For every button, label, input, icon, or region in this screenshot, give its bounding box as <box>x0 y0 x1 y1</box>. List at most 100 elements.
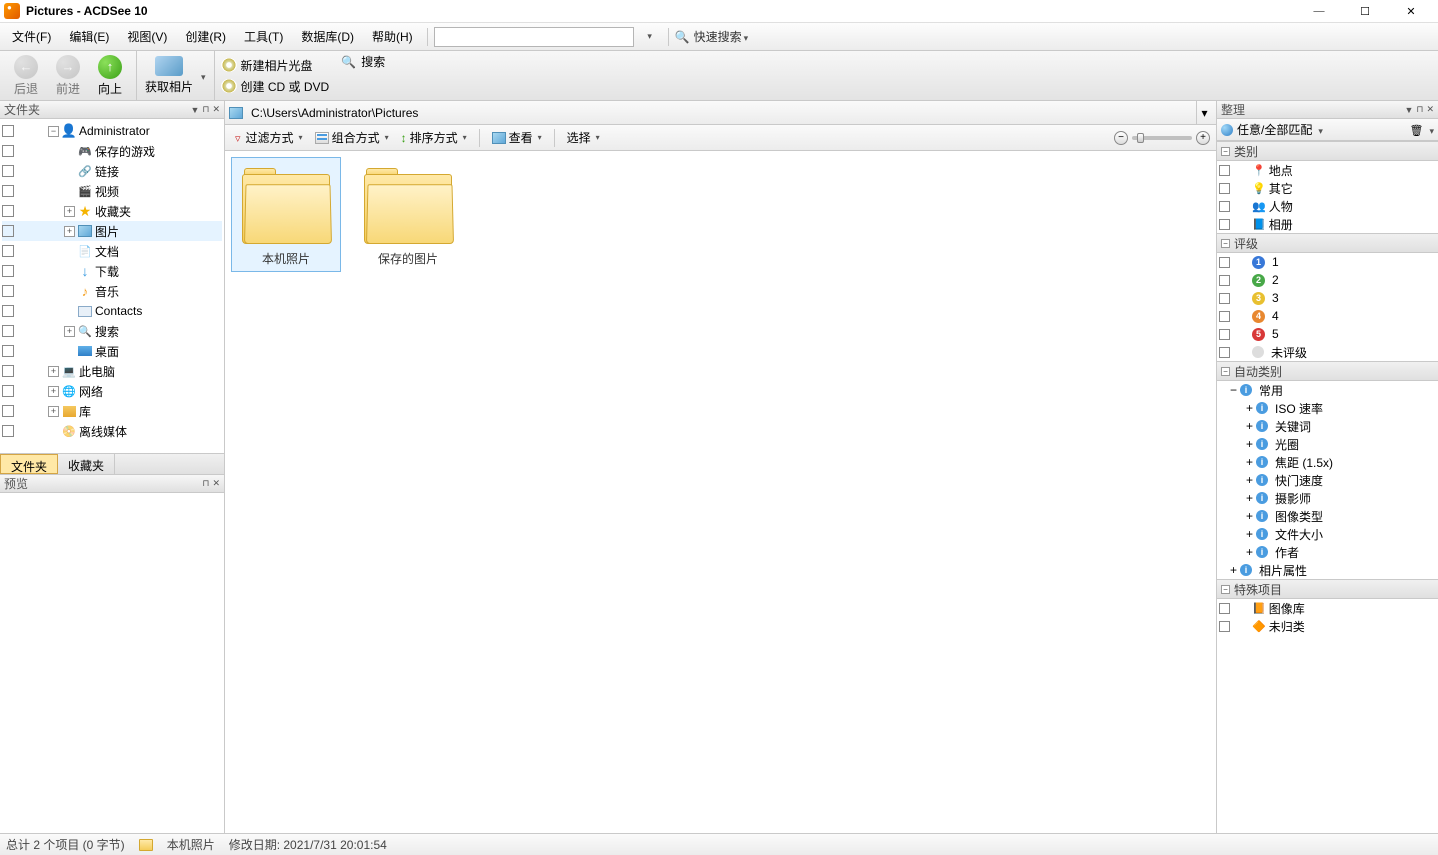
menu-view[interactable]: 视图(V) <box>119 24 175 49</box>
checkbox[interactable] <box>2 225 14 237</box>
tree-item-contacts[interactable]: Contacts <box>2 301 222 321</box>
checkbox[interactable] <box>2 365 14 377</box>
checkbox[interactable] <box>2 145 14 157</box>
expand-icon[interactable]: + <box>1246 473 1253 487</box>
menu-file[interactable]: 文件(F) <box>4 24 59 49</box>
auto-image-type[interactable]: +图像类型 <box>1217 507 1438 525</box>
thumbnail-area[interactable]: 本机照片 保存的图片 <box>225 151 1216 833</box>
pane-dropdown-icon[interactable]: ▼ <box>1405 105 1414 115</box>
rating-5[interactable]: 55 <box>1217 325 1438 343</box>
rating-2[interactable]: 22 <box>1217 271 1438 289</box>
checkbox[interactable] <box>1219 275 1230 286</box>
expand-icon[interactable]: + <box>1246 545 1253 559</box>
tree-item-music[interactable]: 音乐 <box>2 281 222 301</box>
checkbox[interactable] <box>2 125 14 137</box>
quick-search-button[interactable]: 快速搜索 <box>675 28 749 45</box>
pane-pin-icon[interactable]: ⊓ <box>1416 104 1423 115</box>
tree-item-desktop[interactable]: 桌面 <box>2 341 222 361</box>
menu-help[interactable]: 帮助(H) <box>364 24 421 49</box>
tree-item-saved-games[interactable]: 保存的游戏 <box>2 141 222 161</box>
auto-keywords[interactable]: +关键词 <box>1217 417 1438 435</box>
get-photos-button[interactable]: 获取相片 <box>145 56 193 95</box>
expand-icon[interactable]: + <box>64 206 75 217</box>
tree-item-search[interactable]: +搜索 <box>2 321 222 341</box>
back-button[interactable]: ← 后退 <box>8 55 44 97</box>
group-button[interactable]: 组合方式▾ <box>311 127 393 148</box>
view-button[interactable]: 查看▾ <box>488 127 546 148</box>
path-dropdown[interactable]: ▾ <box>1196 101 1212 124</box>
expand-icon[interactable]: + <box>64 326 75 337</box>
section-ratings[interactable]: −评级 <box>1217 233 1438 253</box>
maximize-button[interactable]: ☐ <box>1342 0 1388 23</box>
checkbox[interactable] <box>1219 293 1230 304</box>
expand-icon[interactable]: + <box>1246 419 1253 433</box>
expand-icon[interactable]: + <box>1246 455 1253 469</box>
checkbox[interactable] <box>1219 183 1230 194</box>
pane-close-icon[interactable]: ✕ <box>212 478 220 489</box>
chevron-down-icon[interactable] <box>1427 123 1434 137</box>
menu-database[interactable]: 数据库(D) <box>293 24 362 49</box>
current-path[interactable]: C:\Users\Administrator\Pictures <box>247 104 1192 122</box>
tab-favorites[interactable]: 收藏夹 <box>58 454 115 474</box>
pane-pin-icon[interactable]: ⊓ <box>202 104 209 115</box>
rating-4[interactable]: 44 <box>1217 307 1438 325</box>
collapse-icon[interactable]: − <box>1221 239 1230 248</box>
checkbox[interactable] <box>2 325 14 337</box>
category-album[interactable]: 相册 <box>1217 215 1438 233</box>
auto-focal[interactable]: +焦距 (1.5x) <box>1217 453 1438 471</box>
zoom-slider[interactable] <box>1132 136 1192 140</box>
expand-icon[interactable]: + <box>1230 563 1237 577</box>
tree-item-documents[interactable]: 文档 <box>2 241 222 261</box>
tree-item-pictures[interactable]: +图片 <box>2 221 222 241</box>
search-button[interactable]: 搜索 <box>341 53 385 70</box>
rating-none[interactable]: 未评级 <box>1217 343 1438 361</box>
pane-close-icon[interactable]: ✕ <box>212 104 220 115</box>
checkbox[interactable] <box>2 305 14 317</box>
collapse-icon[interactable]: − <box>48 126 59 137</box>
checkbox[interactable] <box>2 165 14 177</box>
quick-search-dropdown[interactable] <box>638 26 660 48</box>
zoom-thumb[interactable] <box>1137 133 1144 143</box>
checkbox[interactable] <box>1219 201 1230 212</box>
auto-common[interactable]: −常用 <box>1217 381 1438 399</box>
rating-3[interactable]: 33 <box>1217 289 1438 307</box>
checkbox[interactable] <box>2 285 14 297</box>
expand-icon[interactable]: + <box>1246 527 1253 541</box>
filter-button[interactable]: 过滤方式▾ <box>231 127 307 148</box>
folder-item[interactable]: 保存的图片 <box>353 157 463 272</box>
tree-item-libraries[interactable]: +库 <box>2 401 222 421</box>
tree-item-links[interactable]: 链接 <box>2 161 222 181</box>
up-button[interactable]: ↑ 向上 <box>92 55 128 97</box>
checkbox[interactable] <box>2 265 14 277</box>
auto-file-size[interactable]: +文件大小 <box>1217 525 1438 543</box>
tree-item-videos[interactable]: 视频 <box>2 181 222 201</box>
expand-icon[interactable]: + <box>64 226 75 237</box>
menu-edit[interactable]: 编辑(E) <box>61 24 117 49</box>
collapse-icon[interactable]: − <box>1230 383 1237 397</box>
tree-item-this-pc[interactable]: +此电脑 <box>2 361 222 381</box>
expand-icon[interactable]: + <box>1246 437 1253 451</box>
close-button[interactable]: ✕ <box>1388 0 1434 23</box>
sort-button[interactable]: 排序方式▾ <box>397 127 471 148</box>
checkbox[interactable] <box>1219 257 1230 268</box>
checkbox[interactable] <box>1219 603 1230 614</box>
rating-1[interactable]: 11 <box>1217 253 1438 271</box>
trash-icon[interactable] <box>1410 123 1424 137</box>
section-categories[interactable]: −类别 <box>1217 141 1438 161</box>
tree-item-network[interactable]: +网络 <box>2 381 222 401</box>
tab-folders[interactable]: 文件夹 <box>0 454 58 474</box>
auto-photographer[interactable]: +摄影师 <box>1217 489 1438 507</box>
checkbox[interactable] <box>2 245 14 257</box>
auto-author[interactable]: +作者 <box>1217 543 1438 561</box>
expand-icon[interactable]: + <box>48 406 59 417</box>
expand-icon[interactable]: + <box>1246 401 1253 415</box>
checkbox[interactable] <box>2 385 14 397</box>
checkbox[interactable] <box>2 205 14 217</box>
expand-icon[interactable]: + <box>1246 509 1253 523</box>
expand-icon[interactable]: + <box>1246 491 1253 505</box>
auto-shutter[interactable]: +快门速度 <box>1217 471 1438 489</box>
checkbox[interactable] <box>2 405 14 417</box>
pane-pin-icon[interactable]: ⊓ <box>202 478 209 489</box>
pane-dropdown-icon[interactable]: ▼ <box>191 105 200 115</box>
category-place[interactable]: 地点 <box>1217 161 1438 179</box>
